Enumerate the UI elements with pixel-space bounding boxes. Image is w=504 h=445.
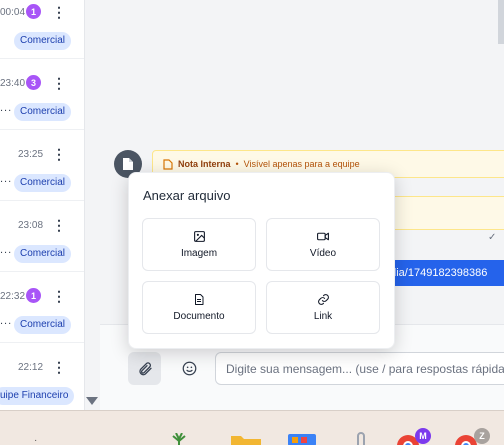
taskbar-dot-icon: · [34,435,38,445]
conversation-list: 00:04 1 ⋮ Comercial 23:40 3 ⋮ ... Comerc… [0,0,84,410]
scroll-down-arrow-icon[interactable] [86,397,98,405]
more-options-icon[interactable]: ⋮ [52,73,66,93]
department-tag: Comercial [14,174,72,192]
attach-video-button[interactable]: Vídeo [266,218,380,271]
conversation-item[interactable]: 00:04 1 ⋮ Comercial [0,0,84,59]
popup-title: Anexar arquivo [143,188,231,203]
note-title: Nota Interna [178,159,231,169]
chrome-profile-badge: M [415,428,431,444]
note-icon [163,158,173,170]
conversation-time: 23:08 [18,220,44,231]
video-icon [317,232,329,241]
image-icon [193,231,205,242]
message-preview: ... [0,315,13,327]
more-options-icon[interactable]: ⋮ [52,357,66,377]
document-icon [123,158,133,170]
list-scrollbar[interactable] [84,0,100,410]
document-icon [195,294,204,305]
option-label: Link [313,311,333,322]
conversation-time: 23:40 [0,78,26,89]
chat-edge [498,0,504,44]
message-input[interactable] [215,352,504,385]
paperclip-app-icon[interactable] [352,431,370,445]
option-label: Documento [173,311,225,322]
emoji-button[interactable] [176,354,202,382]
conversation-time: 22:32 [0,291,26,302]
department-tag: Comercial [14,32,72,50]
attach-document-button[interactable]: Documento [142,281,256,334]
app-icon[interactable] [287,432,317,445]
more-options-icon[interactable]: ⋮ [52,215,66,235]
paperclip-icon [138,361,152,375]
conversation-item[interactable]: 22:12 ⋮ uipe Financeiro [0,343,84,410]
conversation-item[interactable]: 22:32 1 ⋮ ... Comercial [0,272,84,343]
more-options-icon[interactable]: ⋮ [52,144,66,164]
smiley-icon [182,361,196,375]
attach-file-popup: Anexar arquivo Imagem Vídeo Documento Li… [128,172,395,349]
folder-icon[interactable] [230,433,262,445]
internal-note-body [380,196,504,230]
department-tag: Comercial [14,245,72,263]
note-subtitle: Visível apenas para a equipe [243,159,360,169]
conversation-item[interactable]: 23:25 ⋮ ... Comercial [0,130,84,201]
attach-image-button[interactable]: Imagem [142,218,256,271]
unread-badge: 1 [26,288,41,303]
note-separator: • [235,159,239,169]
media-link[interactable]: edia/1749182398386 [380,260,504,286]
conversation-time: 22:12 [18,362,44,373]
option-label: Imagem [180,248,218,259]
more-options-icon[interactable]: ⋮ [52,286,66,306]
message-preview: ... [0,102,13,114]
attach-button[interactable] [128,352,161,385]
conversation-time: 23:25 [18,149,44,160]
more-options-icon[interactable]: ⋮ [52,2,66,22]
department-tag: Comercial [14,103,72,121]
chrome-profile-badge: Z [474,428,490,444]
conversation-time: 00:04 [0,7,26,18]
unread-badge: 1 [26,4,41,19]
taskbar: · M Z [0,410,504,445]
option-label: Vídeo [309,248,337,259]
unread-badge: 3 [26,75,41,90]
link-icon [317,294,329,305]
attach-link-button[interactable]: Link [266,281,380,334]
sent-check-icon: ✓ [488,232,497,243]
conversation-item[interactable]: 23:08 ⋮ ... Comercial [0,201,84,272]
message-preview: ... [0,173,13,185]
department-tag: uipe Financeiro [0,387,75,405]
message-preview: ... [0,244,13,256]
department-tag: Comercial [14,316,72,334]
conversation-item[interactable]: 23:40 3 ⋮ ... Comercial [0,59,84,130]
plant-icon[interactable] [168,433,190,445]
